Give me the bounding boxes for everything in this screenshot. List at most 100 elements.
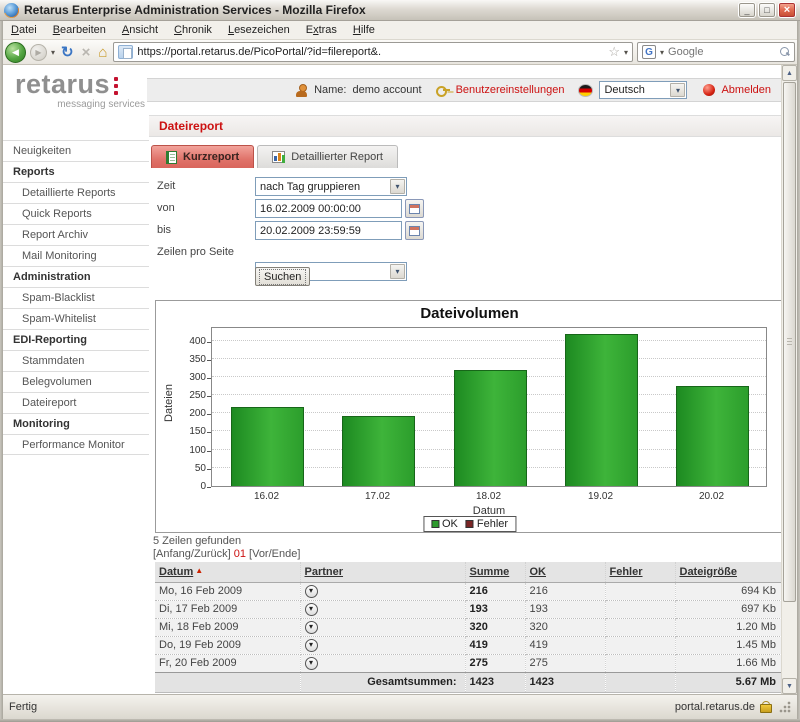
sidebar-item-mail-monitoring[interactable]: Mail Monitoring (3, 245, 149, 266)
chart-ytick-label: 50 (170, 463, 206, 474)
col-dateigroesse[interactable]: Dateigröße (675, 562, 784, 582)
partner-expand-icon[interactable]: ▾ (305, 621, 318, 634)
total-ok: 1423 (525, 672, 605, 692)
sidebar-item-report-archiv[interactable]: Report Archiv (3, 224, 149, 245)
resize-grip[interactable] (779, 701, 791, 713)
table-row: Di, 17 Feb 2009▾193193697 Kb (155, 600, 784, 618)
chart-xtick-label: 19.02 (545, 491, 656, 502)
menu-item-hilfe[interactable]: Hilfe (345, 22, 383, 38)
home-button[interactable]: ⌂ (96, 44, 109, 61)
search-icon[interactable] (780, 47, 790, 57)
menu-item-chronik[interactable]: Chronik (166, 22, 220, 38)
menu-item-ansicht[interactable]: Ansicht (114, 22, 166, 38)
col-ok[interactable]: OK (525, 562, 605, 582)
search-button[interactable]: Suchen (255, 267, 310, 286)
forward-button[interactable]: ▶ (30, 44, 47, 61)
cell-summe: 216 (465, 582, 525, 600)
cell-partner: ▾ (300, 654, 465, 672)
engine-dropdown-icon[interactable]: ▾ (660, 48, 664, 57)
cell-ok: 193 (525, 600, 605, 618)
cell-groesse: 694 Kb (675, 582, 784, 600)
url-dropdown-icon[interactable]: ▾ (624, 48, 628, 57)
tab-kurzreport-label: Kurzreport (183, 151, 239, 163)
zeit-select[interactable]: nach Tag gruppieren ▾ (255, 177, 407, 196)
search-input[interactable] (668, 46, 776, 58)
firefox-icon (4, 3, 19, 18)
minimize-button[interactable]: _ (738, 2, 756, 18)
sidebar-item-reports: Reports (3, 161, 149, 182)
nav-toolbar: ◀ ▶ ▾ ↻ × ⌂ ☆ ▾ G ▾ (0, 40, 800, 65)
partner-expand-icon[interactable]: ▾ (305, 657, 318, 670)
scrollbar-thumb[interactable] (783, 82, 796, 602)
sidebar-item-stammdaten[interactable]: Stammdaten (3, 350, 149, 371)
bis-label: bis (157, 221, 171, 240)
col-partner[interactable]: Partner (300, 562, 465, 582)
zeit-dropdown-icon[interactable]: ▾ (390, 179, 405, 194)
menu-item-extras[interactable]: Extras (298, 22, 345, 38)
sort-asc-icon: ▲ (195, 566, 203, 575)
pager-next-link[interactable]: [Vor/Ende] (249, 548, 300, 560)
maximize-button[interactable]: □ (758, 2, 776, 18)
url-input[interactable] (137, 46, 604, 58)
stop-button[interactable]: × (80, 44, 93, 61)
sidebar-item-spam-blacklist[interactable]: Spam-Blacklist (3, 287, 149, 308)
menu-item-datei[interactable]: Datei (3, 22, 45, 38)
sidebar-item-dateireport[interactable]: Dateireport (3, 392, 149, 413)
scroll-up-icon[interactable]: ▲ (782, 65, 797, 81)
report-doc-icon (166, 151, 177, 164)
partner-expand-icon[interactable]: ▾ (305, 603, 318, 616)
sidebar-item-neuigkeiten[interactable]: Neuigkeiten (3, 140, 149, 161)
table-row: Mi, 18 Feb 2009▾3203201.20 Mb (155, 618, 784, 636)
results-summary: 5 Zeilen gefunden [Anfang/Zurück] 01 [Vo… (153, 535, 300, 561)
chart-bar-20.02 (676, 386, 749, 486)
pager-current-page: 01 (234, 548, 246, 560)
history-dropdown-icon[interactable]: ▾ (51, 48, 55, 57)
vertical-scrollbar[interactable]: ▲ ▼ (781, 65, 797, 694)
bis-calendar-button[interactable] (405, 221, 424, 240)
scroll-down-icon[interactable]: ▼ (782, 678, 797, 694)
cell-ok: 275 (525, 654, 605, 672)
table-total-row: Gesamtsummen: 1423 1423 5.67 Mb (155, 672, 784, 692)
back-button[interactable]: ◀ (5, 42, 26, 63)
rows-dropdown-icon[interactable]: ▾ (390, 264, 405, 279)
von-calendar-button[interactable] (405, 199, 424, 218)
col-datum[interactable]: Datum▲ (155, 562, 300, 582)
report-table-body: Mo, 16 Feb 2009▾216216694 KbDi, 17 Feb 2… (155, 582, 784, 672)
google-engine-icon[interactable]: G (642, 45, 656, 59)
cell-fehler (605, 582, 675, 600)
partner-expand-icon[interactable]: ▾ (305, 585, 318, 598)
sidebar-item-administration: Administration (3, 266, 149, 287)
chart-legend: OK Fehler (423, 516, 516, 532)
pager-prev-link[interactable]: [Anfang/Zurück] (153, 548, 231, 560)
total-groesse: 5.67 Mb (675, 672, 784, 692)
page-title: Dateireport (149, 115, 781, 137)
tab-detaillierter-report[interactable]: Detaillierter Report (257, 145, 398, 168)
sidebar-item-quick-reports[interactable]: Quick Reports (3, 203, 149, 224)
col-summe[interactable]: Summe (465, 562, 525, 582)
chart-ytick-label: 0 (170, 481, 206, 492)
search-bar[interactable]: G ▾ (637, 42, 795, 62)
address-bar[interactable]: ☆ ▾ (113, 42, 633, 62)
partner-expand-icon[interactable]: ▾ (305, 639, 318, 652)
reload-button[interactable]: ↻ (59, 43, 76, 61)
chart-ytick-mark (207, 378, 211, 379)
tab-kurzreport[interactable]: Kurzreport (151, 145, 254, 168)
bis-input[interactable] (255, 221, 402, 240)
sidebar-item-spam-whitelist[interactable]: Spam-Whitelist (3, 308, 149, 329)
status-bar: Fertig portal.retarus.de (3, 694, 797, 719)
von-input[interactable] (255, 199, 402, 218)
menu-bar: DateiBearbeitenAnsichtChronikLesezeichen… (0, 21, 800, 40)
close-button[interactable]: × (778, 2, 796, 18)
col-fehler[interactable]: Fehler (605, 562, 675, 582)
sidebar-item-performance-monitor[interactable]: Performance Monitor (3, 434, 149, 455)
sidebar-item-detaillierte-reports[interactable]: Detaillierte Reports (3, 182, 149, 203)
sidebar-item-belegvolumen[interactable]: Belegvolumen (3, 371, 149, 392)
sidebar-nav: NeuigkeitenReportsDetaillierte ReportsQu… (3, 140, 149, 455)
legend-label-ok: OK (442, 518, 458, 530)
menu-item-bearbeiten[interactable]: Bearbeiten (45, 22, 114, 38)
bookmark-star-icon[interactable]: ☆ (608, 44, 620, 60)
table-row: Fr, 20 Feb 2009▾2752751.66 Mb (155, 654, 784, 672)
menu-item-lesezeichen[interactable]: Lesezeichen (220, 22, 298, 38)
cell-summe: 419 (465, 636, 525, 654)
cell-summe: 320 (465, 618, 525, 636)
